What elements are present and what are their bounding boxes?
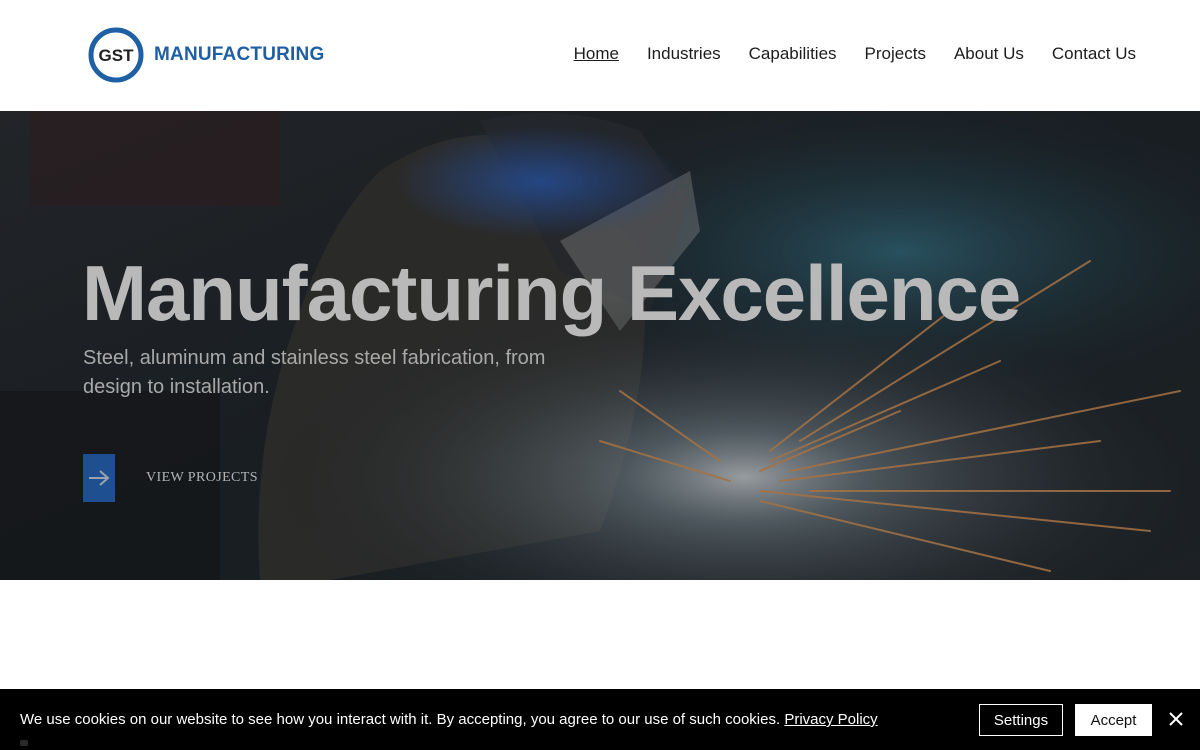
- cookie-accept-button[interactable]: Accept: [1075, 704, 1152, 736]
- site-logo[interactable]: GST MANUFACTURING: [88, 27, 324, 83]
- site-header: GST MANUFACTURING Home Industries Capabi…: [0, 0, 1200, 111]
- svg-text:GST: GST: [99, 46, 135, 65]
- hero-section: Manufacturing Excellence Steel, aluminum…: [0, 111, 1200, 580]
- privacy-policy-link[interactable]: Privacy Policy: [784, 711, 877, 728]
- hero-subtitle: Steel, aluminum and stainless steel fabr…: [83, 347, 546, 398]
- cookie-message: We use cookies on our website to see how…: [20, 711, 878, 728]
- nav-about-us[interactable]: About Us: [954, 44, 1024, 64]
- logo-brand-text: MANUFACTURING: [154, 44, 325, 65]
- cta-arrow-box: [83, 454, 115, 502]
- cookie-settings-button[interactable]: Settings: [979, 704, 1063, 736]
- arrow-right-icon: [89, 470, 110, 486]
- view-projects-label: VIEW PROJECTS: [146, 470, 258, 485]
- nav-home[interactable]: Home: [574, 44, 619, 64]
- nav-contact-us[interactable]: Contact Us: [1052, 44, 1136, 64]
- nav-industries[interactable]: Industries: [647, 44, 721, 64]
- close-icon[interactable]: [1166, 709, 1186, 729]
- nav-capabilities[interactable]: Capabilities: [749, 44, 837, 64]
- cookie-consent-bar: We use cookies on our website to see how…: [0, 689, 1200, 750]
- cookie-message-text: We use cookies on our website to see how…: [20, 711, 781, 728]
- main-nav: Home Industries Capabilities Projects Ab…: [574, 44, 1136, 64]
- logo-badge-icon: GST: [88, 27, 144, 83]
- hero-title: Manufacturing Excellence: [82, 249, 1021, 337]
- view-projects-button[interactable]: VIEW PROJECTS: [83, 454, 258, 502]
- nav-projects[interactable]: Projects: [865, 44, 926, 64]
- cookie-indicator-dot: [20, 740, 28, 746]
